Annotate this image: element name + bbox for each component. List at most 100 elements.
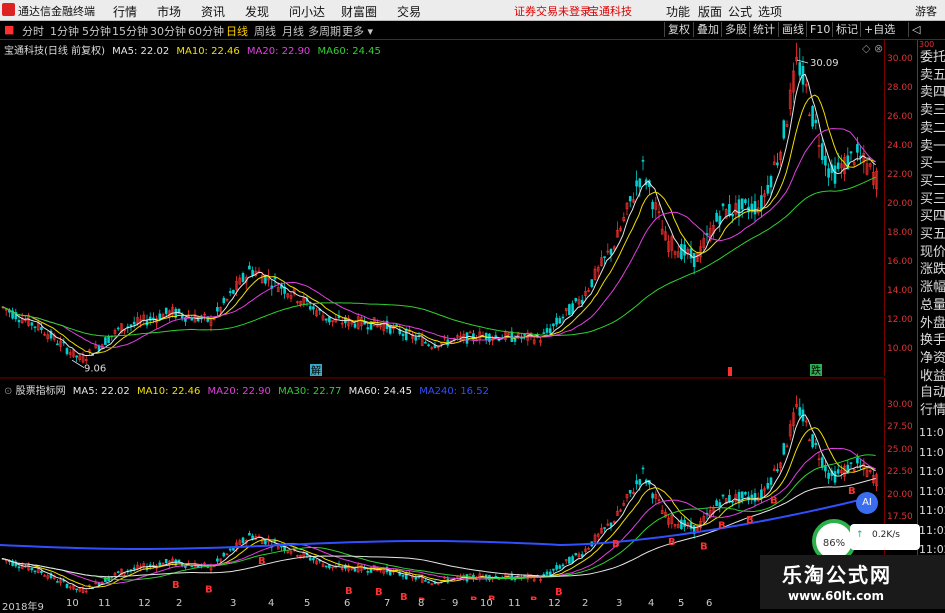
main-candle-body <box>324 318 328 321</box>
toolbar-button-5[interactable]: F10 <box>806 22 833 37</box>
login-notice[interactable]: 证券交易未登录 <box>514 3 591 19</box>
quote-label-5[interactable]: 卖一 <box>920 137 945 156</box>
sub-ma240-line <box>0 496 871 550</box>
stock-notice[interactable]: 宝通科技 <box>588 3 632 19</box>
menu-discover[interactable]: 发现 <box>245 3 269 20</box>
sub-candle-body <box>312 558 315 561</box>
sub-candle-body <box>776 469 779 472</box>
auto-quote-label-0[interactable]: 自动 <box>920 383 945 402</box>
main-candle-body <box>468 331 472 334</box>
main-candle-body <box>56 343 59 346</box>
event-marker-label-1: 跌 <box>811 364 821 377</box>
main-candle-body <box>414 337 418 341</box>
menu-quotes[interactable]: 行情 <box>113 3 137 20</box>
sub-candle-body <box>760 489 763 499</box>
sub-candle-body <box>30 568 34 571</box>
main-candle-body <box>760 195 763 211</box>
menu-market[interactable]: 市场 <box>157 3 181 20</box>
menu-options[interactable]: 选项 <box>758 3 782 20</box>
buy-signal-marker: B <box>400 592 408 600</box>
timeframe-tab-3[interactable]: 15分钟 <box>112 23 148 39</box>
quote-label-0[interactable]: 委托 <box>920 48 945 67</box>
timeframe-tab-7[interactable]: 周线 <box>254 23 276 39</box>
menu-function[interactable]: 功能 <box>666 3 690 20</box>
menu-assistant[interactable]: 问小达 <box>289 3 325 20</box>
timeframe-tab-4[interactable]: 30分钟 <box>150 23 186 39</box>
menu-formula[interactable]: 公式 <box>728 3 752 20</box>
quote-label-13[interactable]: 涨幅 <box>920 278 945 297</box>
sub-candle-body <box>251 535 254 540</box>
quote-label-7[interactable]: 买二 <box>920 172 945 191</box>
sub-candle-body <box>568 556 571 564</box>
quote-label-17[interactable]: 净资 <box>920 349 945 368</box>
main-candle-body <box>30 322 34 326</box>
buy-signal-marker: B <box>668 537 676 548</box>
toolbar-button-2[interactable]: 多股 <box>721 22 750 37</box>
sub-candle-body <box>827 472 830 479</box>
main-candle-body <box>401 333 405 336</box>
quote-label-10[interactable]: 买五 <box>920 225 945 244</box>
main-candle-body <box>40 327 43 331</box>
toolbar-button-4[interactable]: 画线 <box>778 22 807 37</box>
timeframe-tab-10[interactable]: 更多 ▾ <box>342 23 373 39</box>
auto-quote-label-1[interactable]: 行情 <box>920 401 945 420</box>
menu-news[interactable]: 资讯 <box>201 3 225 20</box>
main-candle-body <box>552 323 555 327</box>
sub-candle-body <box>222 552 226 557</box>
quote-label-2[interactable]: 卖四 <box>920 83 945 102</box>
quote-label-14[interactable]: 总量 <box>920 296 945 315</box>
menu-layout[interactable]: 版面 <box>698 3 722 20</box>
sub-candle-body <box>782 443 786 455</box>
upload-arrow-icon: ↑ <box>856 530 864 540</box>
main-y-tick: 10.00 <box>887 344 913 354</box>
toolbar-button-1[interactable]: 叠加 <box>693 22 722 37</box>
buy-signal-marker: B <box>746 515 754 526</box>
quote-label-1[interactable]: 卖五 <box>920 66 945 85</box>
timeframe-tab-5[interactable]: 60分钟 <box>188 23 224 39</box>
timeframe-tab-1[interactable]: 1分钟 <box>50 23 79 39</box>
main-candle-body <box>129 324 133 327</box>
sub-candle-body <box>17 566 21 569</box>
sub-candle-body <box>769 477 773 485</box>
quote-label-12[interactable]: 涨跌 <box>920 260 945 279</box>
quote-label-4[interactable]: 卖二 <box>920 119 945 138</box>
sub-candle-body <box>811 434 814 448</box>
timeframe-tab-9[interactable]: 多周期 <box>308 23 341 39</box>
main-candle-body <box>545 328 549 333</box>
quote-label-11[interactable]: 现价 <box>920 243 945 262</box>
quote-label-3[interactable]: 卖三 <box>920 101 945 120</box>
date-label: 2 <box>176 598 183 609</box>
quote-label-8[interactable]: 买三 <box>920 190 945 209</box>
quote-label-9[interactable]: 买四 <box>920 207 945 226</box>
sub-ma30-line <box>1 454 876 581</box>
quote-label-16[interactable]: 换手 <box>920 331 945 350</box>
main-y-tick: 14.00 <box>887 286 913 296</box>
quote-label-6[interactable]: 买一 <box>920 154 945 173</box>
timeframe-tab-8[interactable]: 月线 <box>282 23 304 39</box>
toolbar-button-7[interactable]: +自选 <box>860 22 898 37</box>
main-candle-body <box>312 306 315 310</box>
toolbar-button-8[interactable]: ◁ <box>908 22 923 37</box>
toolbar-button-3[interactable]: 统计 <box>749 22 778 37</box>
timeframe-tab-2[interactable]: 5分钟 <box>82 23 111 39</box>
menu-wealth[interactable]: 财富圈 <box>341 3 377 20</box>
main-candle-body <box>366 327 370 330</box>
toolbar-button-6[interactable]: 标记 <box>832 22 861 37</box>
main-candle-body <box>728 204 731 217</box>
sub-candle-body <box>753 493 757 502</box>
guest-label[interactable]: 游客 <box>915 3 937 19</box>
ai-assistant-button[interactable]: AI <box>856 492 878 514</box>
quote-label-15[interactable]: 外盘 <box>920 314 945 333</box>
toolbar-button-0[interactable]: 复权 <box>664 22 693 37</box>
main-candle-body <box>33 326 37 329</box>
chart-toggle-icon[interactable]: ■ <box>4 23 14 36</box>
timeframe-tab-0[interactable]: 分时 <box>22 23 44 39</box>
main-candle-body <box>558 318 562 324</box>
main-candle-body <box>824 155 827 166</box>
menu-trade[interactable]: 交易 <box>397 3 421 20</box>
sub-candle-body <box>558 565 562 569</box>
kline-chart[interactable]: BBBBBBBBBBBBBBBBBBBBB30.099.06解跌 <box>0 40 884 600</box>
timeframe-tab-6[interactable]: 日线 <box>226 23 248 39</box>
main-candle-body <box>424 341 427 344</box>
main-candle-body <box>635 180 638 187</box>
